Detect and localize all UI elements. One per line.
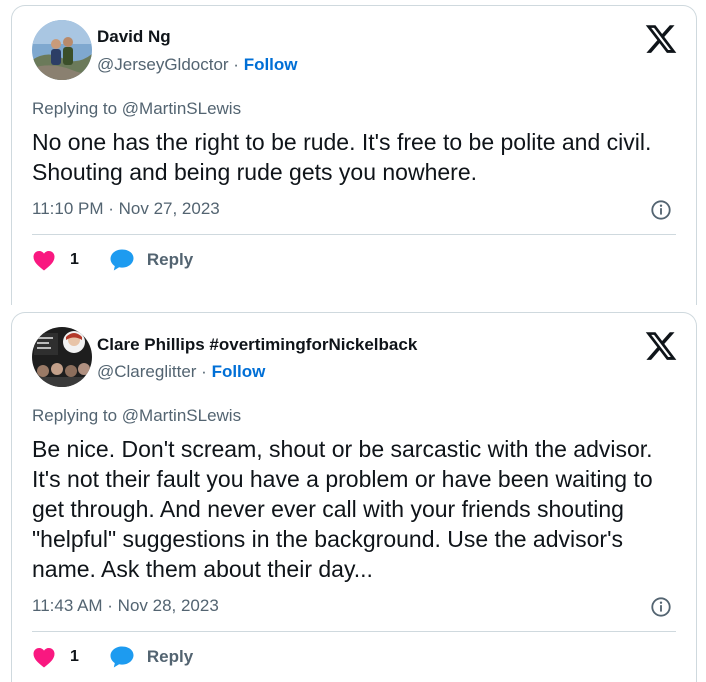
speech-bubble-icon [110, 646, 134, 668]
info-icon[interactable] [650, 596, 672, 618]
divider [32, 234, 676, 235]
tweet-text: No one has the right to be rude. It's fr… [32, 129, 652, 185]
replying-prefix: Replying to [32, 406, 122, 425]
timestamp[interactable]: 11:10 PM · Nov 27, 2023 [32, 198, 220, 220]
replying-to: Replying to @MartinSLewis [32, 98, 241, 120]
author-name[interactable]: Clare Phillips #overtimingforNickelback [97, 334, 417, 356]
tweet-card: Clare Phillips #overtimingforNickelback … [11, 312, 697, 682]
like-count: 1 [70, 251, 79, 268]
speech-bubble-icon [110, 249, 134, 271]
timestamp[interactable]: 11:43 AM · Nov 28, 2023 [32, 595, 219, 617]
follow-link[interactable]: Follow [212, 362, 266, 381]
action-bar: 1 Reply [32, 246, 193, 274]
avatar[interactable] [32, 327, 92, 387]
replying-prefix: Replying to [32, 99, 122, 118]
separator-dot: · [228, 55, 244, 74]
heart-icon [33, 251, 55, 271]
replying-to-handle[interactable]: @MartinSLewis [122, 99, 241, 118]
reply-button[interactable]: Reply [109, 248, 193, 272]
divider [32, 631, 676, 632]
author-handle-line: @JerseyGldoctor · Follow [97, 54, 298, 76]
replying-to-handle[interactable]: @MartinSLewis [122, 406, 241, 425]
tweet-text: Be nice. Don't scream, shout or be sarca… [32, 436, 653, 582]
replying-to: Replying to @MartinSLewis [32, 405, 241, 427]
author-name[interactable]: David Ng [97, 26, 171, 48]
tweet-card: David Ng @JerseyGldoctor · Follow Replyi… [11, 5, 697, 305]
x-logo-icon[interactable] [644, 329, 678, 363]
reply-button[interactable]: Reply [109, 645, 193, 669]
author-handle[interactable]: @Clareglitter [97, 362, 196, 381]
reply-label: Reply [146, 250, 194, 269]
author-handle[interactable]: @JerseyGldoctor [97, 55, 229, 74]
x-logo-icon[interactable] [644, 22, 678, 56]
heart-icon [33, 648, 55, 668]
separator-dot: · [196, 362, 212, 381]
action-bar: 1 Reply [32, 643, 193, 671]
like-button[interactable]: 1 [32, 249, 79, 271]
author-handle-line: @Clareglitter · Follow [97, 361, 265, 383]
like-button[interactable]: 1 [32, 646, 79, 668]
reply-label: Reply [146, 647, 194, 666]
follow-link[interactable]: Follow [244, 55, 298, 74]
info-icon[interactable] [650, 199, 672, 221]
avatar[interactable] [32, 20, 92, 80]
like-count: 1 [70, 648, 79, 665]
